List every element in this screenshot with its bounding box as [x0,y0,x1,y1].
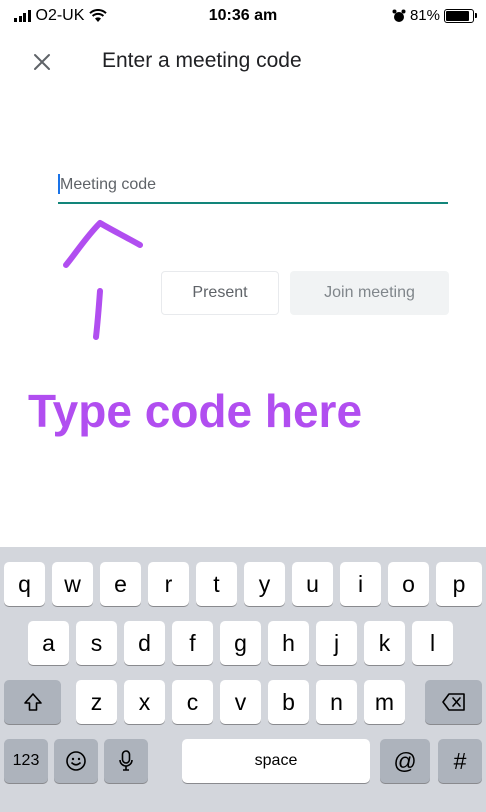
status-bar: O2-UK 10:36 am 81% [0,0,486,34]
key-m[interactable]: m [364,680,405,724]
key-t[interactable]: t [196,562,237,606]
annotation-arrow-icon [63,220,143,340]
backspace-key[interactable] [425,680,482,724]
key-n[interactable]: n [316,680,357,724]
key-u[interactable]: u [292,562,333,606]
key-o[interactable]: o [388,562,429,606]
shift-key[interactable] [4,680,61,724]
numbers-key[interactable]: 123 [4,739,48,783]
key-i[interactable]: i [340,562,381,606]
keyboard-row-4: 123 space @ # [0,739,486,783]
key-a[interactable]: a [28,621,69,665]
join-meeting-button[interactable]: Join meeting [290,271,449,315]
key-y[interactable]: y [244,562,285,606]
key-l[interactable]: l [412,621,453,665]
key-k[interactable]: k [364,621,405,665]
present-button[interactable]: Present [161,271,279,315]
key-h[interactable]: h [268,621,309,665]
key-d[interactable]: d [124,621,165,665]
microphone-icon [119,750,133,771]
keyboard-row-2: a s d f g h j k l [0,621,486,665]
key-r[interactable]: r [148,562,189,606]
key-f[interactable]: f [172,621,213,665]
alarm-icon [392,9,406,22]
microphone-key[interactable] [104,739,148,783]
key-w[interactable]: w [52,562,93,606]
key-p[interactable]: p [436,562,482,606]
close-icon [34,54,50,70]
shift-icon [23,693,42,711]
meeting-code-field[interactable] [58,172,448,204]
key-j[interactable]: j [316,621,357,665]
at-key[interactable]: @ [380,739,430,783]
battery-icon [444,8,477,23]
key-v[interactable]: v [220,680,261,724]
key-x[interactable]: x [124,680,165,724]
key-g[interactable]: g [220,621,261,665]
key-q[interactable]: q [4,562,45,606]
hash-key[interactable]: # [438,739,482,783]
emoji-key[interactable] [54,739,98,783]
keyboard-row-1: q w e r t y u i o p [0,562,486,606]
meeting-code-input[interactable] [60,172,446,198]
key-s[interactable]: s [76,621,117,665]
on-screen-keyboard: q w e r t y u i o p a s d f g h j k l z … [0,547,486,812]
emoji-icon [66,751,86,771]
backspace-icon [441,693,465,711]
keyboard-row-3: z x c v b n m [0,680,486,724]
battery-group: 81% [392,7,477,24]
app-bar: Enter a meeting code [0,40,486,84]
battery-percent: 81% [409,7,440,24]
key-z[interactable]: z [76,680,117,724]
key-b[interactable]: b [268,680,309,724]
key-e[interactable]: e [100,562,141,606]
page-title: Enter a meeting code [102,49,302,72]
annotation-text: Type code here [28,385,363,437]
key-c[interactable]: c [172,680,213,724]
close-button[interactable] [28,48,56,76]
space-key[interactable]: space [182,739,370,783]
